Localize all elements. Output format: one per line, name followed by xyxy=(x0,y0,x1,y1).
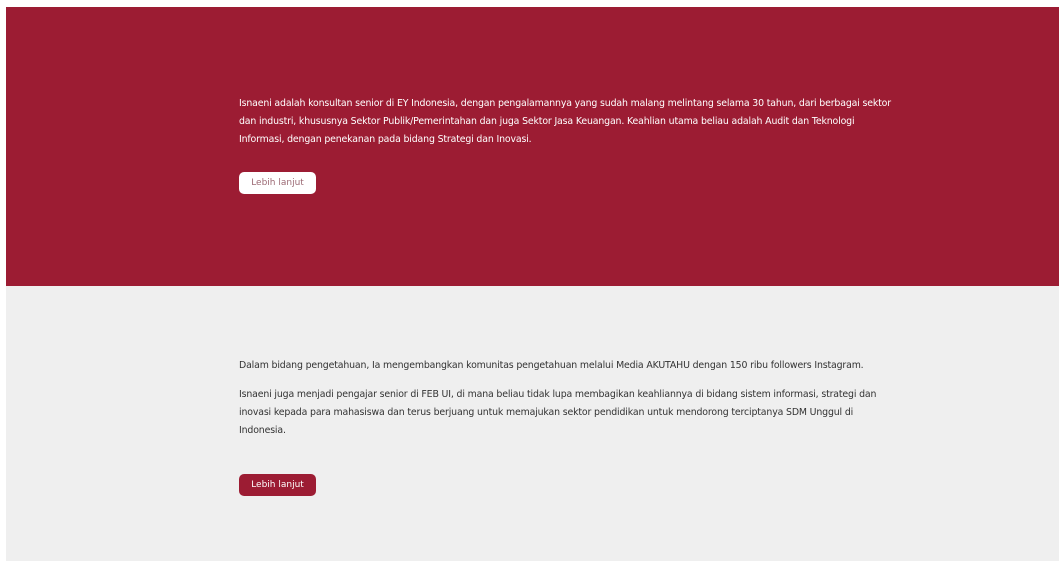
page: Isnaeni adalah konsultan senior di EY In… xyxy=(0,0,1059,561)
about-section: Dalam bidang pengetahuan, Ia mengembangk… xyxy=(6,286,1059,561)
about-paragraph-knowledge: Dalam bidang pengetahuan, Ia mengembangk… xyxy=(239,360,864,371)
about-read-more-button[interactable]: Lebih lanjut xyxy=(239,474,316,496)
hero-section: Isnaeni adalah konsultan senior di EY In… xyxy=(6,7,1059,286)
hero-read-more-button[interactable]: Lebih lanjut xyxy=(239,172,316,194)
about-paragraph-teaching: Isnaeni juga menjadi pengajar senior di … xyxy=(239,389,877,436)
hero-paragraph: Isnaeni adalah konsultan senior di EY In… xyxy=(239,98,891,145)
